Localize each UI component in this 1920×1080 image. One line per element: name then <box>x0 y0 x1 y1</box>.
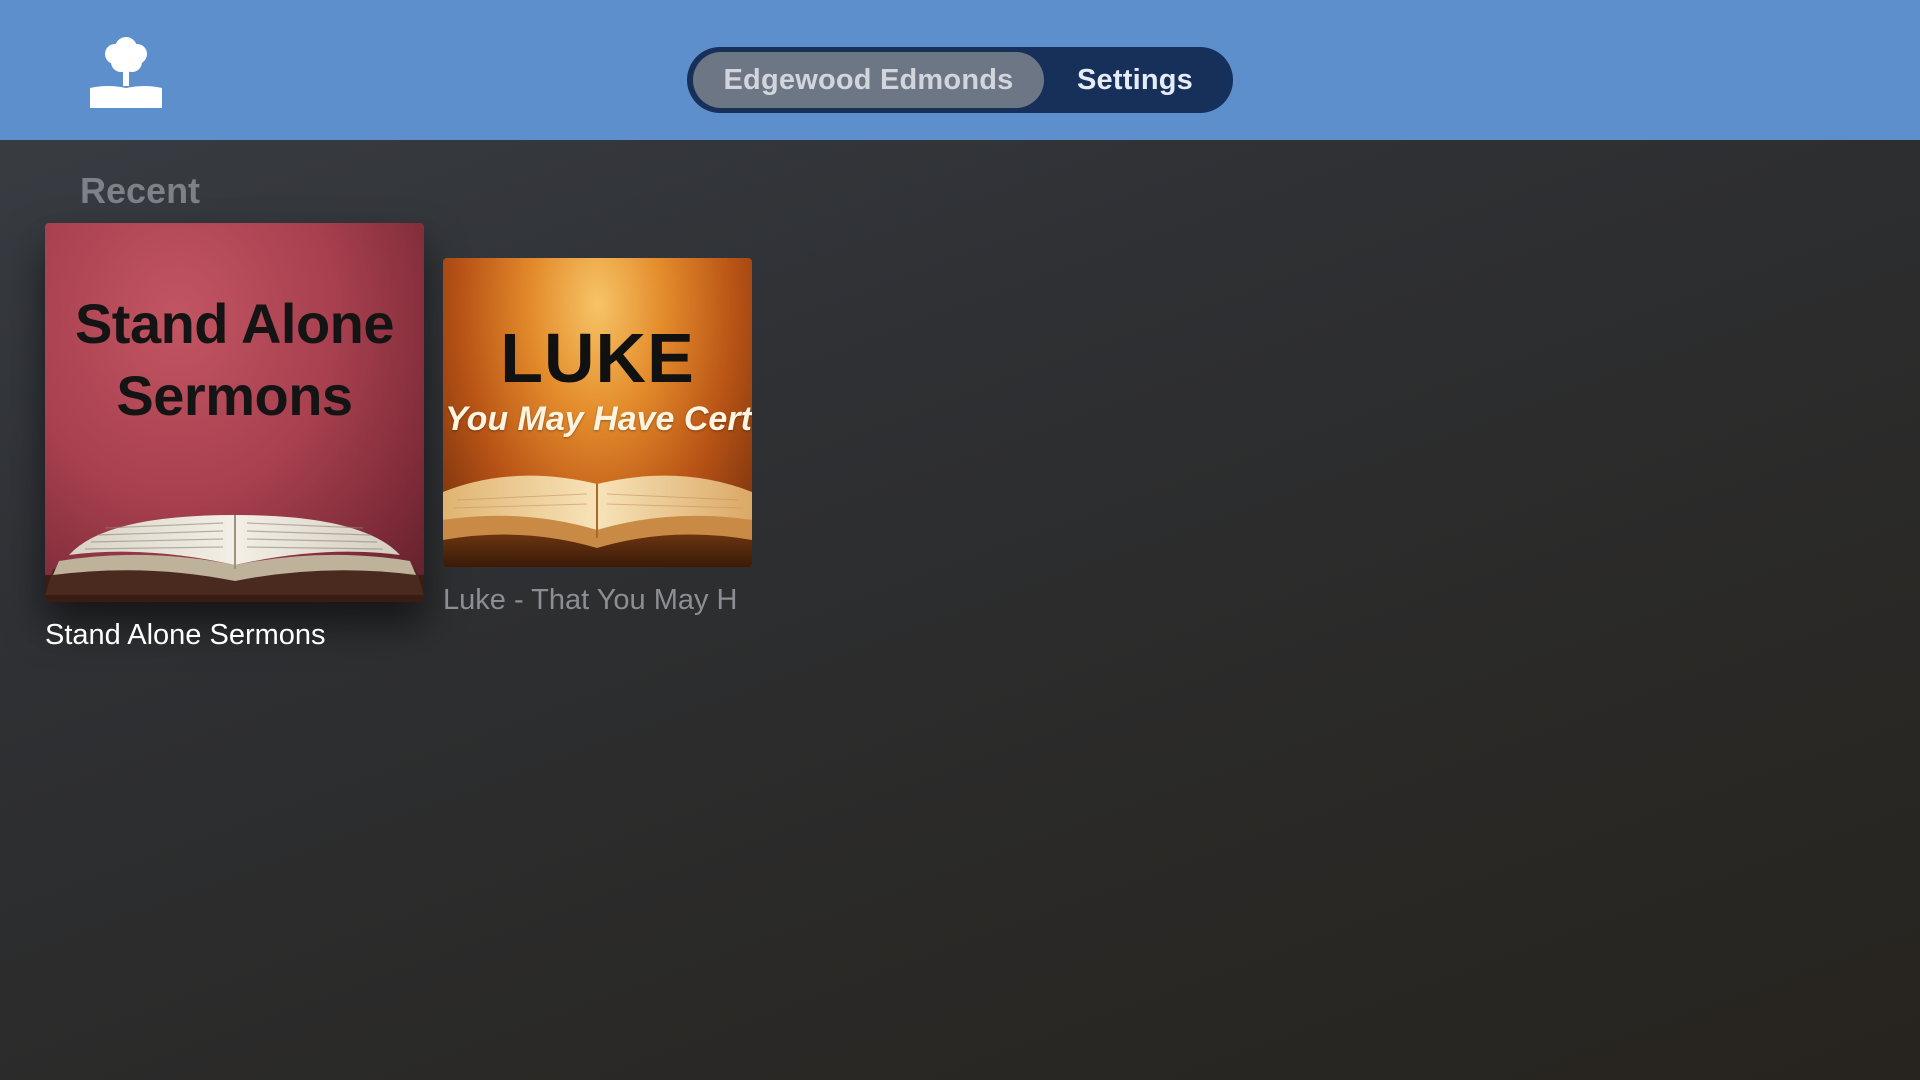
tab-edgewood-edmonds[interactable]: Edgewood Edmonds <box>693 52 1044 108</box>
recent-item-title: Stand Alone Sermons <box>45 619 326 651</box>
series-artwork: Stand Alone Sermons <box>45 223 424 602</box>
top-nav-segmented-control: Edgewood Edmonds Settings <box>687 47 1233 113</box>
tab-settings[interactable]: Settings <box>1044 52 1226 108</box>
tree-on-book-icon <box>88 32 164 108</box>
recent-item-luke[interactable]: LUKE t You May Have Certa <box>443 258 752 628</box>
open-bible-icon <box>45 515 424 602</box>
section-title-recent: Recent <box>80 170 201 211</box>
recent-item-title: Luke - That You May H <box>443 584 738 616</box>
series-artwork: LUKE t You May Have Certa <box>443 258 752 567</box>
open-bible-icon <box>443 475 752 567</box>
top-bar: Edgewood Edmonds Settings <box>0 0 1920 140</box>
recent-item-stand-alone-sermons[interactable]: Stand Alone Sermons Stand Alone Sermons <box>45 223 424 663</box>
